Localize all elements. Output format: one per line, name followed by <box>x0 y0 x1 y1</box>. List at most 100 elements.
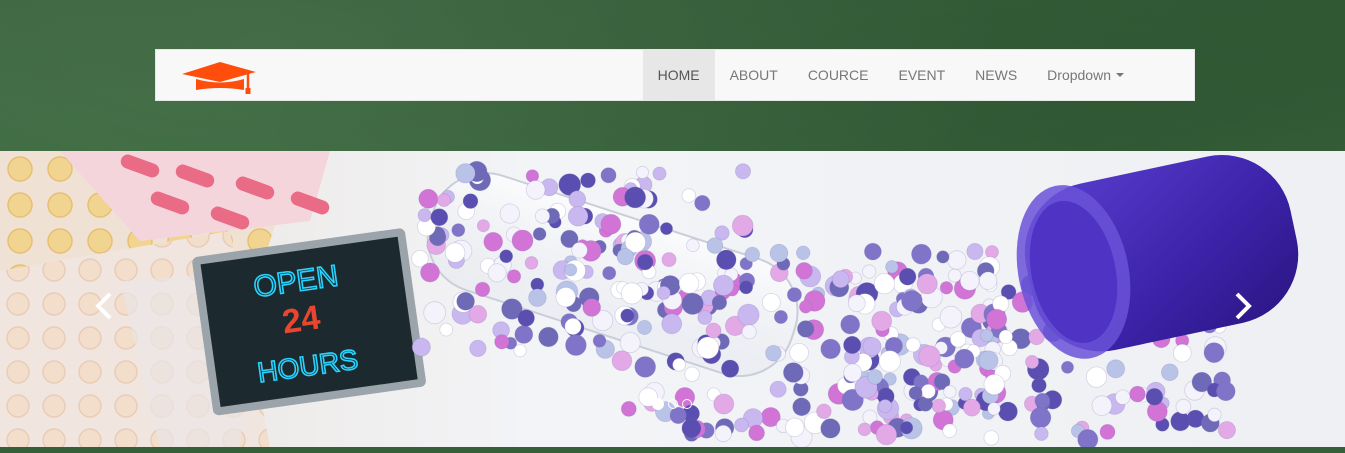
pill <box>528 288 547 307</box>
pill <box>878 399 893 414</box>
pill <box>867 369 883 385</box>
pill <box>564 263 578 277</box>
pill <box>513 344 527 358</box>
pill <box>487 263 507 283</box>
pill <box>567 205 589 227</box>
pill <box>739 280 754 295</box>
pill <box>565 334 587 356</box>
pill <box>681 292 704 315</box>
pill <box>731 214 754 237</box>
nav-item-dropdown[interactable]: Dropdown <box>1032 50 1139 100</box>
pill <box>735 163 752 180</box>
pill <box>564 317 582 336</box>
nav-item-home[interactable]: HOME <box>642 50 715 100</box>
nav-item-label: EVENT <box>898 67 946 83</box>
pill <box>517 309 535 327</box>
nav-item-about[interactable]: ABOUT <box>715 50 793 100</box>
pill <box>469 339 487 357</box>
pill <box>885 260 899 274</box>
pill <box>514 324 534 344</box>
pill <box>712 274 735 296</box>
pill <box>863 242 882 261</box>
pill <box>737 303 760 326</box>
nav-item-label: HOME <box>657 67 700 83</box>
pill <box>499 203 520 224</box>
pill <box>901 290 923 312</box>
pill <box>980 328 994 343</box>
nav-item-news[interactable]: NEWS <box>960 50 1032 100</box>
pill <box>1099 423 1116 440</box>
pill <box>966 243 984 261</box>
pill <box>555 286 577 308</box>
pill <box>954 348 975 369</box>
nav-item-event[interactable]: EVENT <box>883 50 960 100</box>
pill <box>898 267 917 286</box>
pill <box>959 270 980 291</box>
pill <box>916 273 938 295</box>
pill <box>430 208 449 227</box>
pill <box>978 350 999 371</box>
pill <box>769 243 789 263</box>
pill <box>744 246 761 263</box>
caret-down-icon <box>1116 73 1124 77</box>
pill <box>444 242 466 263</box>
pill <box>506 269 522 284</box>
pill <box>840 314 861 335</box>
pill <box>831 270 850 289</box>
nav-item-cource[interactable]: COURCE <box>793 50 884 100</box>
chevron-left-icon <box>95 292 112 320</box>
pill <box>905 337 921 353</box>
pill <box>765 344 782 362</box>
carousel-indicator[interactable] <box>652 398 664 410</box>
pill <box>1129 385 1146 403</box>
pill <box>423 301 447 325</box>
nav-item-label: NEWS <box>975 67 1018 83</box>
pill <box>816 403 832 419</box>
pill <box>936 250 950 264</box>
nav-item-label: Dropdown <box>1047 67 1111 83</box>
carousel-indicator[interactable] <box>682 399 692 409</box>
carousel-prev-button[interactable] <box>0 151 200 447</box>
pill <box>620 400 637 417</box>
pill <box>942 423 957 438</box>
pill <box>931 398 947 414</box>
carousel-indicator[interactable] <box>668 399 678 409</box>
pill <box>795 262 813 280</box>
pill <box>582 298 601 317</box>
pill <box>847 294 866 313</box>
pill <box>1114 389 1131 405</box>
chevron-right-icon <box>1235 292 1252 320</box>
pill <box>660 222 674 236</box>
pill <box>789 343 809 363</box>
pill <box>697 310 713 325</box>
pill <box>720 359 740 378</box>
pill <box>782 362 804 383</box>
pill <box>1034 392 1051 409</box>
pill <box>661 252 677 268</box>
pill <box>694 194 711 212</box>
pill <box>499 249 514 264</box>
pill <box>616 248 634 266</box>
pill <box>1034 426 1049 441</box>
brand-logo[interactable] <box>180 59 258 95</box>
page: HOME ABOUT COURCE EVENT NEWS Dropdown OP… <box>0 0 1345 453</box>
graduation-cap-icon <box>182 62 256 94</box>
pill <box>451 223 466 237</box>
pill <box>524 256 539 270</box>
nav-item-label: COURCE <box>807 67 869 83</box>
pill <box>636 165 650 179</box>
pill <box>656 285 671 300</box>
pill <box>843 335 862 355</box>
pill <box>418 188 439 209</box>
pill <box>462 193 479 209</box>
pill <box>862 264 877 279</box>
carousel-indicators <box>652 398 692 410</box>
pill <box>636 253 654 271</box>
carousel-next-button[interactable] <box>1145 151 1345 447</box>
pill <box>455 163 476 184</box>
pill <box>672 357 686 372</box>
hero-carousel: OPEN 24 HOURS <box>0 151 1345 447</box>
pill <box>857 422 872 437</box>
pill <box>878 350 901 373</box>
pill <box>920 383 936 399</box>
